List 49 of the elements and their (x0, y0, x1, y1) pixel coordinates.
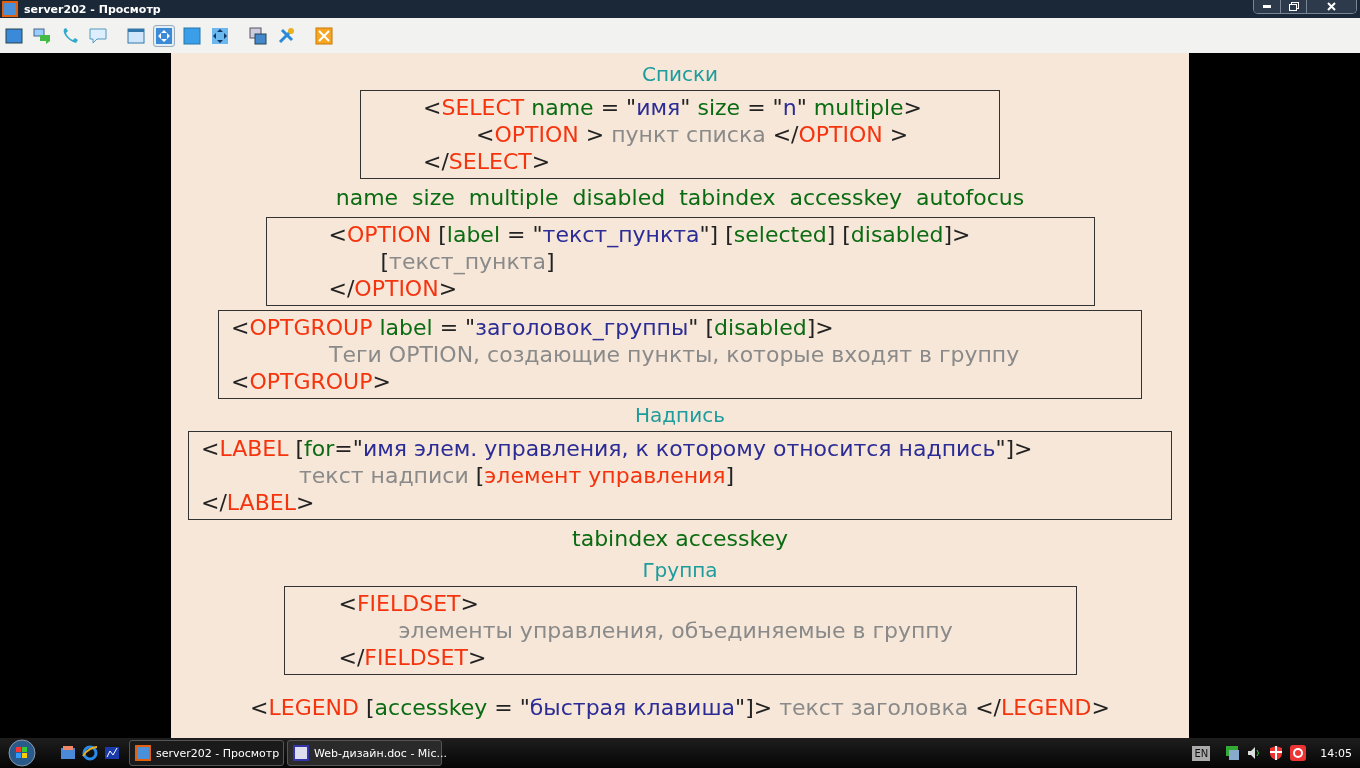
close-icon (1327, 2, 1336, 11)
square-icon[interactable] (183, 26, 201, 45)
windows-icon[interactable] (249, 26, 267, 45)
close-button[interactable] (1306, 0, 1356, 13)
chart-window-icon[interactable] (104, 745, 120, 761)
code-line: <OPTION [label = "текст_пункта"] [selected] [disabled]> (327, 221, 972, 248)
maximize-icon (1288, 2, 1299, 11)
app-icon (135, 745, 151, 761)
minimize-icon (1263, 5, 1271, 8)
minimize-button[interactable] (1254, 0, 1280, 13)
slide-heading: Группа (642, 558, 718, 582)
code-line: текст надписи [элемент управления] (298, 462, 736, 489)
slide-heading: Надпись (635, 403, 725, 427)
code-line: <LEGEND [accesskey = "быстрая клавиша"]> текст заголовка </LEGEND> (250, 694, 1110, 722)
code-line: [текст_пункта] (379, 248, 556, 275)
attributes-line: name size multiple disabled tabindex accesskey autofocus (335, 184, 1025, 212)
slide-heading: Списки (641, 62, 719, 86)
code-line: </SELECT> (422, 148, 552, 175)
code-line: <OPTGROUP label = "заголовок_группы" [disabled]> (230, 314, 835, 341)
folder-icon[interactable] (60, 745, 76, 761)
taskbar-button[interactable]: server202 - Просмотр (129, 740, 284, 766)
network-icon[interactable] (1224, 745, 1241, 761)
fit-screen-icon[interactable] (155, 26, 173, 45)
target-icon[interactable] (1290, 745, 1307, 761)
tools-icon[interactable] (277, 26, 295, 45)
clock: 14:05 (1320, 746, 1352, 760)
maximize-button[interactable] (1280, 0, 1306, 13)
arrows-icon[interactable] (211, 26, 229, 45)
code-line: </OPTION> (327, 275, 459, 302)
code-line: <FIELDSET> (337, 590, 480, 617)
browser-icon[interactable] (82, 745, 98, 761)
code-line: <SELECT name = "имя" size = "n" multiple> (422, 94, 924, 121)
language-indicator[interactable]: EN (1192, 745, 1211, 761)
code-line: <OPTGROUP> (230, 368, 392, 395)
code-line: <LABEL [for="имя элем. управления, к которому относится надпись"]> (200, 435, 1034, 462)
code-line: <OPTION > пункт списка </OPTION > (475, 121, 910, 148)
close-icon[interactable] (315, 26, 333, 45)
code-line: Теги OPTION, создающие пункты, которые входят в группу (328, 341, 1021, 368)
window-icon[interactable] (127, 26, 145, 45)
app-icon (2, 1, 18, 17)
document-icon (293, 745, 309, 761)
code-line: </FIELDSET> (337, 644, 488, 671)
monitor-icon[interactable] (5, 26, 23, 45)
window-title: server202 - Просмотр (24, 2, 162, 16)
attributes-line: tabindex accesskey (572, 525, 788, 553)
chat-icon[interactable] (33, 26, 51, 45)
code-line: элементы управления, объединяемые в группу (397, 617, 954, 644)
shield-icon[interactable] (1268, 745, 1285, 761)
code-line: </LABEL> (200, 489, 316, 516)
